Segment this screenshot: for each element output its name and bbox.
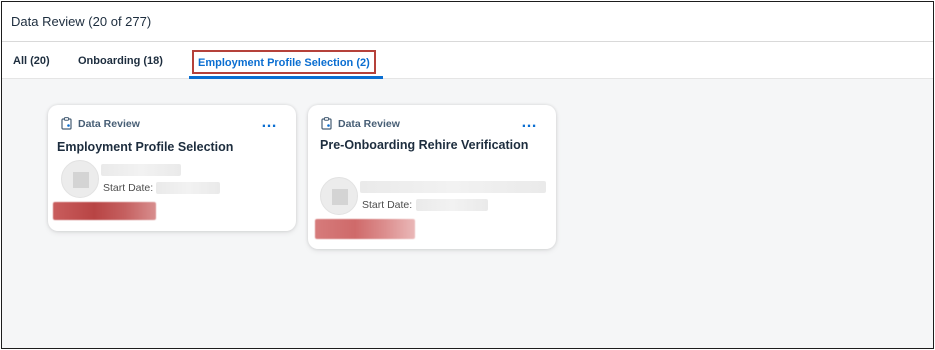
tab-bar: All (20) Onboarding (18) Employment Prof… (2, 42, 933, 79)
redacted-start-date (156, 182, 220, 194)
card-kicker: Data Review (61, 117, 140, 130)
tab-all[interactable]: All (20) (13, 55, 50, 67)
clipboard-icon (61, 117, 72, 130)
avatar (320, 177, 358, 215)
redacted-start-date (416, 199, 488, 211)
redacted-name (101, 164, 181, 176)
redacted-name (360, 181, 546, 193)
more-options-icon[interactable]: … (521, 115, 538, 131)
task-card[interactable]: Data Review … Employment Profile Selecti… (48, 105, 296, 231)
page-header: Data Review (20 of 277) (2, 2, 933, 42)
tab-employment-profile-selection[interactable]: Employment Profile Selection (2) (192, 50, 376, 74)
card-kicker-label: Data Review (338, 117, 400, 130)
task-card[interactable]: Data Review … Pre-Onboarding Rehire Veri… (308, 105, 556, 249)
start-date-label: Start Date: (362, 199, 413, 211)
card-title: Employment Profile Selection (57, 140, 234, 154)
card-kicker-label: Data Review (78, 117, 140, 130)
start-date-label: Start Date: (103, 182, 154, 194)
avatar (61, 160, 99, 198)
card-kicker: Data Review (321, 117, 400, 130)
tab-onboarding[interactable]: Onboarding (18) (78, 55, 163, 67)
card-title: Pre-Onboarding Rehire Verification (320, 138, 529, 152)
page-title: Data Review (20 of 277) (11, 14, 152, 29)
active-tab-indicator (189, 76, 383, 79)
redacted-status (315, 219, 415, 239)
app-window: Data Review (20 of 277) All (20) Onboard… (1, 1, 934, 349)
redacted-status (53, 202, 156, 220)
clipboard-icon (321, 117, 332, 130)
more-options-icon[interactable]: … (261, 115, 278, 131)
